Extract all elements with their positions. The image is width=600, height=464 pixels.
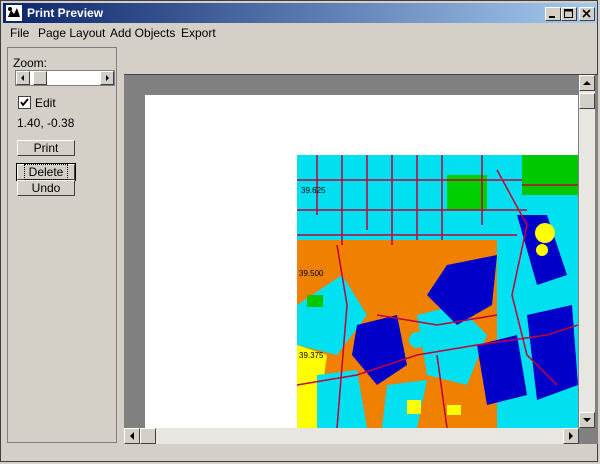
menu-export[interactable]: Export: [181, 26, 216, 40]
zoom-left-button[interactable]: [16, 71, 30, 85]
vertical-scrollbar[interactable]: [579, 75, 595, 428]
vertical-scroll-thumb[interactable]: [579, 93, 595, 109]
title-bar[interactable]: Print Preview: [3, 3, 597, 23]
arrow-left-icon: [130, 432, 134, 440]
checkmark-icon: [20, 98, 29, 107]
preview-page: 39.625 39.500 39.375: [145, 95, 578, 428]
maximize-button[interactable]: [561, 7, 577, 21]
horizontal-scrollbar[interactable]: [124, 428, 579, 444]
zoom-slider-thumb[interactable]: [33, 71, 47, 85]
window-title: Print Preview: [27, 6, 104, 20]
scroll-up-button[interactable]: [579, 75, 595, 91]
delete-button[interactable]: Delete: [16, 163, 76, 181]
zoom-right-button[interactable]: [100, 71, 114, 85]
minimize-icon: [549, 16, 555, 18]
map-image[interactable]: 39.625 39.500 39.375: [297, 155, 578, 428]
menu-add-objects[interactable]: Add Objects: [110, 26, 175, 40]
undo-button-label: Undo: [31, 181, 61, 195]
preview-area[interactable]: 39.625 39.500 39.375: [124, 74, 598, 444]
map-label-latitude-1: 39.625: [301, 186, 326, 195]
print-button[interactable]: Print: [17, 140, 75, 156]
app-icon: [6, 5, 22, 21]
edit-checkbox[interactable]: [18, 96, 31, 109]
scroll-left-button[interactable]: [124, 428, 140, 444]
scroll-right-button[interactable]: [563, 428, 579, 444]
arrow-right-icon: [569, 432, 573, 440]
close-button[interactable]: [579, 7, 595, 21]
maximize-icon: [564, 9, 573, 18]
map-label-latitude-2: 39.500: [299, 269, 324, 278]
print-preview-window: Print Preview File Page Layout Add Objec…: [0, 0, 598, 462]
scroll-down-button[interactable]: [579, 412, 595, 428]
horizontal-scroll-thumb[interactable]: [140, 428, 156, 444]
control-panel: Zoom: Edit 1.40, -0.38 Print Delete Undo: [7, 47, 117, 443]
undo-button[interactable]: Undo: [17, 180, 75, 196]
close-icon: [582, 9, 591, 18]
arrow-right-icon: [106, 75, 109, 81]
delete-button-label: Delete: [23, 164, 69, 180]
map-label-latitude-3: 39.375: [299, 351, 324, 360]
menu-bar: File Page Layout Add Objects Export: [3, 24, 597, 42]
arrow-up-icon: [583, 81, 591, 85]
minimize-button[interactable]: [545, 7, 561, 21]
zoom-label: Zoom:: [13, 56, 48, 70]
arrow-down-icon: [583, 418, 591, 422]
zoom-slider[interactable]: [15, 70, 115, 86]
print-button-label: Print: [33, 141, 59, 155]
menu-file[interactable]: File: [10, 26, 29, 40]
edit-label: Edit: [35, 96, 56, 110]
menu-page-layout[interactable]: Page Layout: [38, 26, 105, 40]
cursor-coordinates: 1.40, -0.38: [17, 116, 75, 130]
arrow-left-icon: [21, 75, 24, 81]
